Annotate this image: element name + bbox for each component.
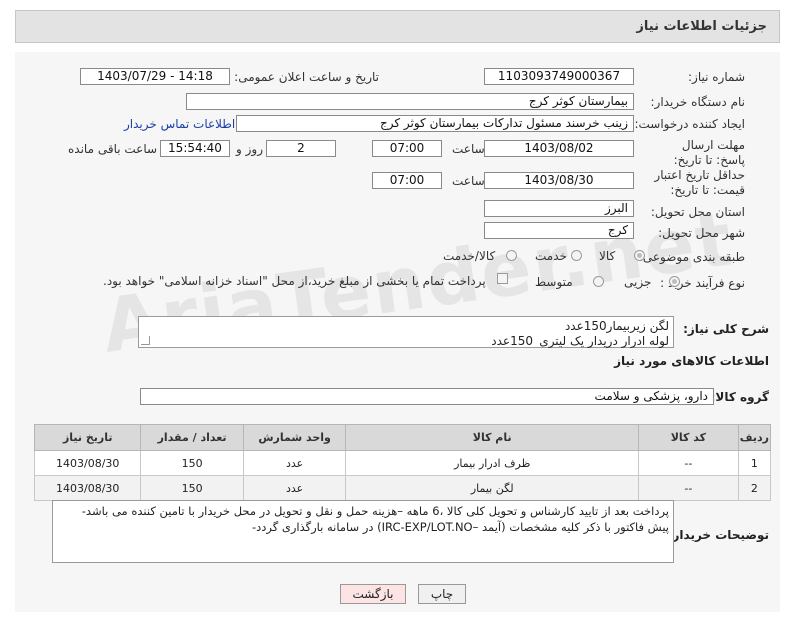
description-label: شرح کلی نیاز: <box>683 322 769 336</box>
process-radio-minor[interactable] <box>669 276 680 287</box>
process-option-medium: متوسط <box>535 275 573 289</box>
days-remaining-field: 2 <box>266 140 336 157</box>
cell-goods-code: -- <box>637 450 739 476</box>
cell-row-number: 2 <box>737 475 772 501</box>
goods-section-title: اطلاعات کالاهای مورد نیاز <box>614 354 769 368</box>
cell-need-date: 1403/08/30 <box>33 450 142 476</box>
cell-need-date: 1403/08/30 <box>33 475 142 501</box>
goods-table: ردیف کد کالا نام کالا واحد شمارش تعداد /… <box>33 424 772 501</box>
price-validity-time-label: ساعت <box>452 174 485 188</box>
category-radio-service[interactable] <box>571 250 582 261</box>
cell-goods-name: لگن بیمار <box>345 475 639 501</box>
requester-field: زینب خرسند مسئول تدارکات بیمارستان کوثر … <box>236 115 634 132</box>
cell-goods-code: -- <box>637 475 739 501</box>
buyer-org-field: بیمارستان کوثر کرج <box>186 93 634 110</box>
buyer-notes-textarea[interactable]: پرداخت بعد از تایید کارشناس و تحویل کلی … <box>52 500 674 563</box>
price-validity-date-field: 1403/08/30 <box>484 172 634 189</box>
treasury-payment-note: پرداخت تمام یا بخشی از مبلغ خرید،از محل … <box>103 274 486 288</box>
announce-field: 1403/07/29 - 14:18 <box>80 68 230 85</box>
description-line-2: لوله ادرار دریدار یک لیتری <box>539 334 669 348</box>
print-button[interactable]: چاپ <box>418 584 466 604</box>
goods-group-label: گروه کالا: <box>710 390 769 404</box>
time-remaining-label: ساعت باقی مانده <box>68 142 158 156</box>
process-option-minor: جزیی <box>624 275 652 289</box>
cell-unit: عدد <box>242 450 347 476</box>
page-header: جزئیات اطلاعات نیاز <box>15 10 780 43</box>
category-option-both: کالا/خدمت <box>443 249 496 263</box>
category-option-service: خدمت <box>535 249 567 263</box>
cell-quantity: 150 <box>140 475 244 501</box>
col-need-date: تاریخ نیاز <box>33 424 142 451</box>
description-line-2-qty: 150عدد <box>491 334 533 348</box>
col-goods-code: کد کالا <box>637 424 739 451</box>
price-validity-time-field: 07:00 <box>372 172 442 189</box>
buyer-notes-label: توضیحات خریدار: <box>667 528 769 542</box>
response-time-label: ساعت <box>452 142 485 156</box>
category-radio-both[interactable] <box>506 250 517 261</box>
col-goods-name: نام کالا <box>345 424 639 451</box>
col-row-number: ردیف <box>737 424 772 451</box>
response-time-field: 07:00 <box>372 140 442 157</box>
time-remaining-field: 15:54:40 <box>160 140 230 157</box>
process-radio-medium[interactable] <box>593 276 604 287</box>
category-radio-goods[interactable] <box>634 250 645 261</box>
treasury-payment-checkbox[interactable] <box>497 273 508 284</box>
announce-label: تاریخ و ساعت اعلان عمومی: <box>234 70 379 84</box>
category-option-goods: کالا <box>599 249 616 263</box>
buyer-notes-line-2: پیش فاکتور با ذکر کلیه مشخصات (آیمد –IRC… <box>251 520 669 534</box>
table-row[interactable]: 1 -- ظرف ادرار بیمار عدد 150 1403/08/30 <box>33 450 772 476</box>
delivery-province-label: استان محل تحویل: <box>650 205 745 219</box>
table-row[interactable]: 2 -- لگن بیمار عدد 150 1403/08/30 <box>33 475 772 501</box>
buyer-contact-link[interactable]: اطلاعات تماس خریدار <box>124 117 235 131</box>
description-line-1: لگن زیربیمار150عدد <box>564 319 669 333</box>
col-unit: واحد شمارش <box>242 424 347 451</box>
col-quantity: تعداد / مقدار <box>140 424 244 451</box>
goods-group-field: دارو، پزشکی و سلامت <box>140 388 714 405</box>
page-title: جزئیات اطلاعات نیاز <box>636 19 767 34</box>
cell-row-number: 1 <box>737 450 772 476</box>
table-header-row: ردیف کد کالا نام کالا واحد شمارش تعداد /… <box>33 424 772 451</box>
cell-quantity: 150 <box>140 450 244 476</box>
cell-goods-name: ظرف ادرار بیمار <box>345 450 639 476</box>
description-textarea[interactable]: لگن زیربیمار150عدد لوله ادرار دریدار یک … <box>138 316 674 348</box>
buyer-notes-line-1: پرداخت بعد از تایید کارشناس و تحویل کلی … <box>81 504 669 518</box>
delivery-province-field: البرز <box>484 200 634 217</box>
need-number-field: 1103093749000367 <box>484 68 634 85</box>
category-label: طبقه بندی موضوعی: <box>638 250 745 264</box>
response-deadline-label: مهلت ارسال پاسخ: تا تاریخ: <box>673 138 745 167</box>
delivery-city-label: شهر محل تحویل: <box>658 226 745 240</box>
back-button[interactable]: بازگشت <box>340 584 406 604</box>
response-date-field: 1403/08/02 <box>484 140 634 157</box>
requester-label: ایجاد کننده درخواست: <box>634 117 745 131</box>
days-label: روز و <box>236 142 263 156</box>
resize-handle-icon[interactable] <box>141 336 150 345</box>
price-validity-label: حداقل تاریخ اعتبار قیمت: تا تاریخ: <box>654 168 745 197</box>
need-number-label: شماره نیاز: <box>688 70 745 84</box>
cell-unit: عدد <box>242 475 347 501</box>
buyer-org-label: نام دستگاه خریدار: <box>650 95 746 109</box>
delivery-city-field: کرج <box>484 222 634 239</box>
